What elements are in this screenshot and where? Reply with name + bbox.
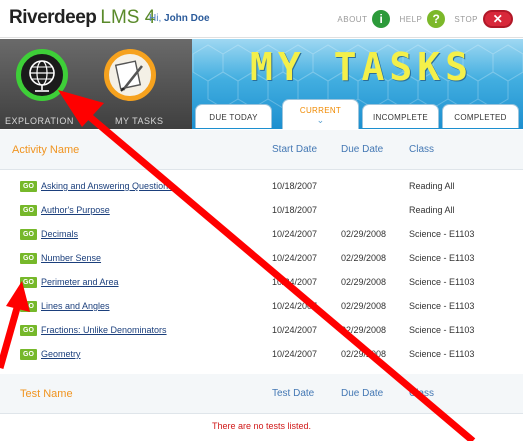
go-button[interactable]: GO <box>20 349 37 360</box>
table-row: GO Fractions: Unlike Denominators 10/24/… <box>0 321 523 345</box>
due-date: 02/29/2008 <box>341 229 387 239</box>
start-date: 10/24/2007 <box>272 277 318 287</box>
go-button[interactable]: GO <box>20 301 37 312</box>
go-button[interactable]: GO <box>20 277 37 288</box>
exploration-label: EXPLORATION <box>5 116 74 126</box>
due-date: 02/29/2008 <box>341 277 387 287</box>
tab-completed[interactable]: COMPLETED <box>442 104 519 128</box>
start-date: 10/24/2007 <box>272 301 318 311</box>
start-date: 10/18/2007 <box>272 205 318 215</box>
exploration-button[interactable] <box>16 49 68 101</box>
top-links: ABOUT i HELP ? STOP ✕ <box>337 8 513 30</box>
stop-link-label[interactable]: STOP <box>454 15 478 24</box>
tab-current-label: CURRENT <box>299 106 342 115</box>
class-name: Reading All <box>409 205 455 215</box>
my-tasks-label: MY TASKS <box>115 116 164 126</box>
activity-link[interactable]: Number Sense <box>41 253 101 263</box>
my-tasks-button[interactable] <box>104 49 156 101</box>
due-date: 02/29/2008 <box>341 301 387 311</box>
col-test-class: Class <box>409 388 435 399</box>
chevron-down-icon: ⌄ <box>316 115 325 125</box>
brand-name: Riverdeep <box>9 7 97 28</box>
user-greeting: Hi, John Doe <box>149 13 210 24</box>
class-name: Science - E1103 <box>409 301 475 311</box>
col-activity-name: Activity Name <box>12 144 80 156</box>
stop-icon[interactable]: ✕ <box>483 10 513 28</box>
table-row: GO Lines and Angles 10/24/2007 02/29/200… <box>0 297 523 321</box>
table-row: GO Decimals 10/24/2007 02/29/2008 Scienc… <box>0 225 523 249</box>
table-row: GO Number Sense 10/24/2007 02/29/2008 Sc… <box>0 249 523 273</box>
col-test-name: Test Name <box>20 388 73 400</box>
activity-link[interactable]: Author's Purpose <box>41 205 110 215</box>
col-test-due-date: Due Date <box>341 388 384 399</box>
activity-link[interactable]: Decimals <box>41 229 78 239</box>
pencil-paper-icon <box>114 60 143 92</box>
class-name: Science - E1103 <box>409 229 475 239</box>
table-row: GO Author's Purpose 10/18/2007 Reading A… <box>0 201 523 225</box>
table-row: GO Perimeter and Area 10/24/2007 02/29/2… <box>0 273 523 297</box>
info-icon[interactable]: i <box>372 10 391 28</box>
go-button[interactable]: GO <box>20 325 37 336</box>
start-date: 10/18/2007 <box>272 181 318 191</box>
activity-link[interactable]: Perimeter and Area <box>41 277 119 287</box>
help-icon[interactable]: ? <box>427 10 446 28</box>
class-name: Science - E1103 <box>409 253 475 263</box>
tab-due-today[interactable]: DUE TODAY <box>195 104 272 128</box>
due-date: 02/29/2008 <box>341 325 387 335</box>
top-bar: Riverdeep LMS 4 Hi, John Doe ABOUT i HELP… <box>0 0 523 38</box>
go-button[interactable]: GO <box>20 205 37 216</box>
col-class: Class <box>409 144 435 155</box>
greeting-prefix: Hi, <box>149 13 162 24</box>
go-button[interactable]: GO <box>20 229 37 240</box>
go-button[interactable]: GO <box>20 181 37 192</box>
user-name: John Doe <box>164 13 210 24</box>
tab-current[interactable]: CURRENT ⌄ <box>282 99 359 129</box>
activity-link[interactable]: Fractions: Unlike Denominators <box>41 325 167 335</box>
page-title: MY TASKS <box>250 45 474 89</box>
brand-logo: Riverdeep LMS 4 <box>9 7 155 29</box>
table-row: GO Asking and Answering Questions 10/18/… <box>0 177 523 201</box>
go-button[interactable]: GO <box>20 253 37 264</box>
col-test-date: Test Date <box>272 388 315 399</box>
start-date: 10/24/2007 <box>272 229 318 239</box>
about-link-label[interactable]: ABOUT <box>337 15 367 24</box>
table-row: GO Geometry 10/24/2007 02/29/2008 Scienc… <box>0 345 523 369</box>
col-start-date: Start Date <box>272 144 318 155</box>
class-name: Science - E1103 <box>409 325 475 335</box>
help-link-label[interactable]: HELP <box>399 15 422 24</box>
activity-link[interactable]: Lines and Angles <box>41 301 110 311</box>
test-table-header: Test Name Test Date Due Date Class <box>0 374 523 414</box>
start-date: 10/24/2007 <box>272 325 318 335</box>
activity-link[interactable]: Asking and Answering Questions <box>41 181 173 191</box>
product-name: LMS 4 <box>100 7 156 28</box>
globe-icon <box>29 60 55 92</box>
class-name: Science - E1103 <box>409 349 475 359</box>
start-date: 10/24/2007 <box>272 253 318 263</box>
empty-tests-message: There are no tests listed. <box>211 421 312 431</box>
class-name: Reading All <box>409 181 455 191</box>
due-date: 02/29/2008 <box>341 253 387 263</box>
nav-panel: EXPLORATION MY TASKS <box>0 39 192 129</box>
tab-incomplete[interactable]: INCOMPLETE <box>362 104 439 128</box>
due-date: 02/29/2008 <box>341 349 387 359</box>
start-date: 10/24/2007 <box>272 349 318 359</box>
col-due-date: Due Date <box>341 144 384 155</box>
activity-table-header: Activity Name Start Date Due Date Class <box>0 130 523 170</box>
activity-link[interactable]: Geometry <box>41 349 81 359</box>
class-name: Science - E1103 <box>409 277 475 287</box>
